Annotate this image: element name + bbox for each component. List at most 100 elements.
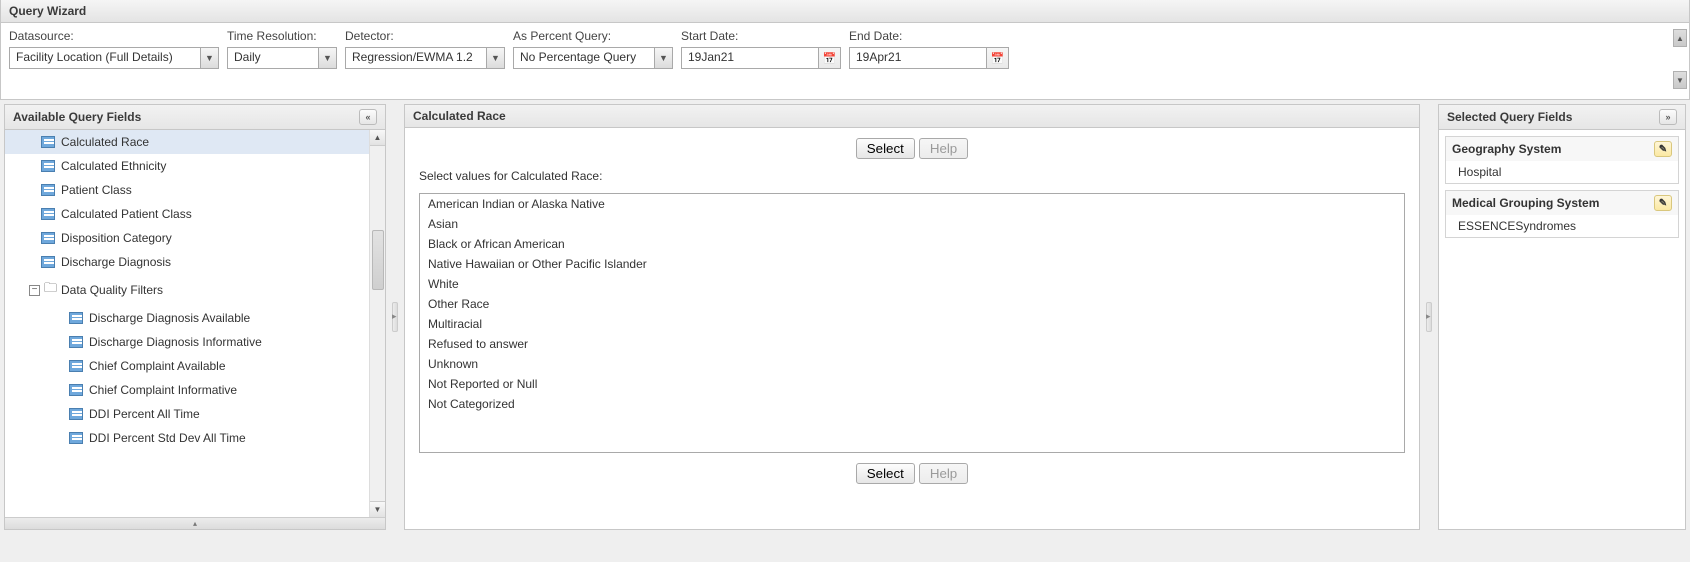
percent-dropdown[interactable]: No Percentage Query ▼: [513, 47, 673, 69]
selected-fields-header: Selected Query Fields »: [1439, 105, 1685, 130]
field-icon: [69, 384, 83, 396]
tree-item[interactable]: Discharge Diagnosis: [5, 250, 385, 274]
tree-item-label: Calculated Patient Class: [61, 207, 192, 221]
value-item[interactable]: American Indian or Alaska Native: [420, 194, 1404, 214]
chevron-down-icon[interactable]: ▼: [200, 48, 218, 68]
tree-item[interactable]: DDI Percent All Time: [5, 402, 385, 426]
datasource-value: Facility Location (Full Details): [10, 48, 200, 68]
field-icon: [41, 232, 55, 244]
timeres-value: Daily: [228, 48, 318, 68]
value-item[interactable]: Not Categorized: [420, 394, 1404, 414]
param-timeres: Time Resolution: Daily ▼: [227, 29, 337, 69]
detector-value: Regression/EWMA 1.2: [346, 48, 486, 68]
startdate-value: 19Jan21: [682, 48, 818, 68]
tree-item[interactable]: Calculated Ethnicity: [5, 154, 385, 178]
value-item[interactable]: Other Race: [420, 294, 1404, 314]
param-detector: Detector: Regression/EWMA 1.2 ▼: [345, 29, 505, 69]
datasource-dropdown[interactable]: Facility Location (Full Details) ▼: [9, 47, 219, 69]
selected-fields-panel: Selected Query Fields » Geography System…: [1438, 104, 1686, 530]
value-item[interactable]: Native Hawaiian or Other Pacific Islande…: [420, 254, 1404, 274]
help-button[interactable]: Help: [919, 138, 968, 159]
selected-field-title: Geography System: [1452, 142, 1561, 156]
tree-item-label: Chief Complaint Informative: [89, 383, 237, 397]
value-item[interactable]: White: [420, 274, 1404, 294]
startdate-label: Start Date:: [681, 29, 841, 43]
tree-item[interactable]: Patient Class: [5, 178, 385, 202]
tree-item[interactable]: Chief Complaint Available: [5, 354, 385, 378]
startdate-input[interactable]: 19Jan21 📅: [681, 47, 841, 69]
param-startdate: Start Date: 19Jan21 📅: [681, 29, 841, 69]
detector-dropdown[interactable]: Regression/EWMA 1.2 ▼: [345, 47, 505, 69]
tree-item-label: Patient Class: [61, 183, 132, 197]
tree-item[interactable]: Calculated Patient Class: [5, 202, 385, 226]
instruction-text: Select values for Calculated Race:: [419, 169, 1405, 183]
collapse-icon[interactable]: «: [359, 109, 377, 125]
value-item[interactable]: Black or African American: [420, 234, 1404, 254]
scroll-up-icon[interactable]: ▲: [370, 130, 385, 146]
tree-item-label: Discharge Diagnosis Informative: [89, 335, 262, 349]
calendar-icon[interactable]: 📅: [986, 48, 1008, 68]
calendar-icon[interactable]: 📅: [818, 48, 840, 68]
tree-item[interactable]: DDI Percent Std Dev All Time: [5, 426, 385, 450]
selected-field-head: Medical Grouping System ✎: [1446, 191, 1678, 215]
field-tree[interactable]: Calculated RaceCalculated Ethnicity Patie…: [5, 130, 385, 517]
main-area: Available Query Fields « Calculated Race…: [0, 100, 1690, 530]
value-list[interactable]: American Indian or Alaska NativeAsianBla…: [419, 193, 1405, 453]
chevron-down-icon[interactable]: ▼: [654, 48, 672, 68]
selected-field-value: Hospital: [1446, 161, 1678, 183]
center-body: Select Help Select values for Calculated…: [405, 128, 1419, 494]
field-icon: [41, 208, 55, 220]
value-item[interactable]: Refused to answer: [420, 334, 1404, 354]
enddate-value: 19Apr21: [850, 48, 986, 68]
scroll-thumb[interactable]: [372, 230, 384, 290]
tree-item[interactable]: Calculated Race: [5, 130, 385, 154]
datasource-label: Datasource:: [9, 29, 219, 43]
chevron-down-icon[interactable]: ▼: [486, 48, 504, 68]
folder-label: Data Quality Filters: [61, 283, 163, 297]
button-row-bottom: Select Help: [419, 463, 1405, 484]
collapse-toggle-icon[interactable]: −: [29, 285, 40, 296]
folder-row[interactable]: −🗀Data Quality Filters: [5, 274, 385, 306]
available-fields-title: Available Query Fields: [13, 110, 141, 124]
splitter-handle[interactable]: ▴: [5, 517, 385, 529]
field-icon: [69, 360, 83, 372]
param-datasource: Datasource: Facility Location (Full Deta…: [9, 29, 219, 69]
expand-icon[interactable]: »: [1659, 109, 1677, 125]
value-item[interactable]: Not Reported or Null: [420, 374, 1404, 394]
select-button[interactable]: Select: [856, 138, 915, 159]
parameter-bar: Datasource: Facility Location (Full Deta…: [0, 23, 1690, 100]
tree-item[interactable]: Chief Complaint Informative: [5, 378, 385, 402]
vertical-splitter-right[interactable]: [1426, 104, 1432, 530]
select-button[interactable]: Select: [856, 463, 915, 484]
percent-value: No Percentage Query: [514, 48, 654, 68]
selected-field-title: Medical Grouping System: [1452, 196, 1599, 210]
scrollbar[interactable]: ▲ ▼: [369, 130, 385, 517]
chevron-down-icon[interactable]: ▼: [318, 48, 336, 68]
tree-item[interactable]: Disposition Category: [5, 226, 385, 250]
value-item[interactable]: Asian: [420, 214, 1404, 234]
field-icon: [69, 408, 83, 420]
button-row-top: Select Help: [419, 138, 1405, 159]
window-title: Query Wizard: [0, 0, 1690, 23]
tree-item-label: Chief Complaint Available: [89, 359, 226, 373]
edit-icon[interactable]: ✎: [1654, 195, 1672, 211]
tree-item[interactable]: Discharge Diagnosis Informative: [5, 330, 385, 354]
edit-icon[interactable]: ✎: [1654, 141, 1672, 157]
scroll-up-button[interactable]: ▲: [1673, 29, 1687, 47]
enddate-input[interactable]: 19Apr21 📅: [849, 47, 1009, 69]
param-enddate: End Date: 19Apr21 📅: [849, 29, 1009, 69]
timeres-dropdown[interactable]: Daily ▼: [227, 47, 337, 69]
detector-label: Detector:: [345, 29, 505, 43]
scroll-down-button[interactable]: ▼: [1673, 71, 1687, 89]
field-icon: [41, 184, 55, 196]
center-title: Calculated Race: [413, 109, 506, 123]
tree-item[interactable]: Discharge Diagnosis Available: [5, 306, 385, 330]
vertical-splitter-left[interactable]: [392, 104, 398, 530]
field-icon: [69, 336, 83, 348]
scroll-down-icon[interactable]: ▼: [370, 501, 385, 517]
center-panel: Calculated Race Select Help Select value…: [404, 104, 1420, 530]
value-item[interactable]: Unknown: [420, 354, 1404, 374]
help-button[interactable]: Help: [919, 463, 968, 484]
center-header: Calculated Race: [405, 105, 1419, 128]
value-item[interactable]: Multiracial: [420, 314, 1404, 334]
